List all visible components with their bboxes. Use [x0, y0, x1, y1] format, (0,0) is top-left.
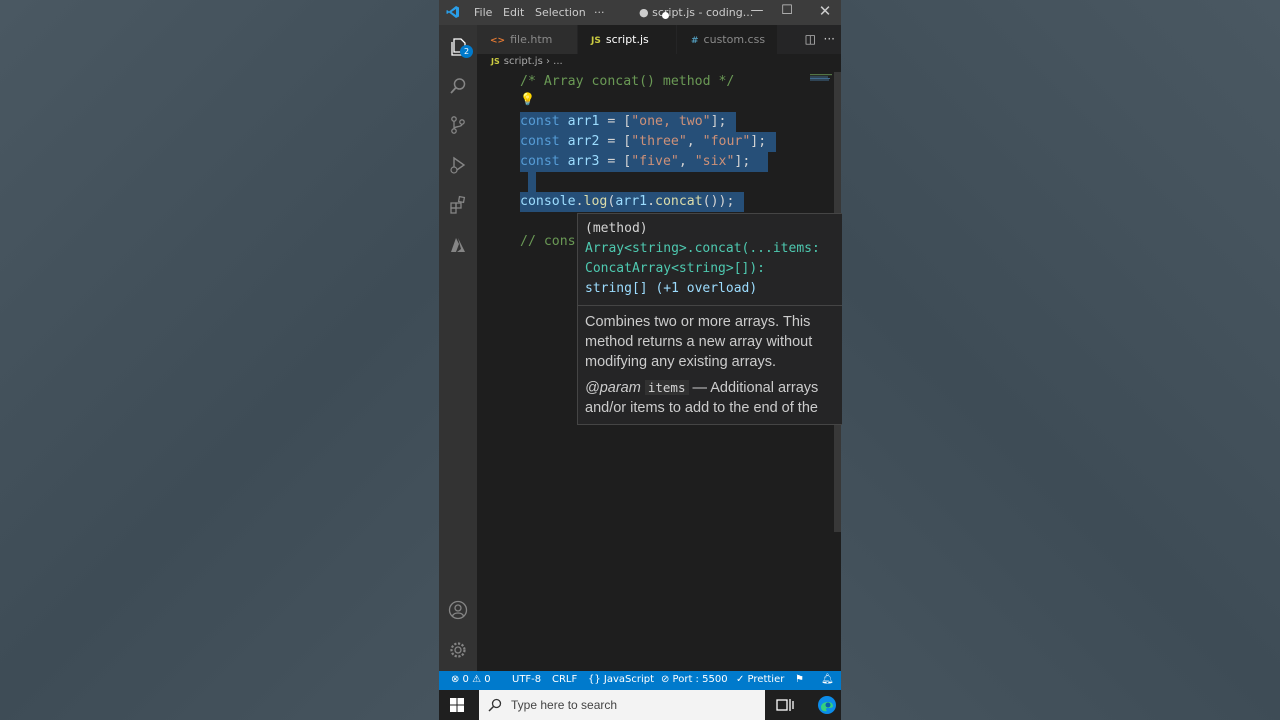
tab-file-htm[interactable]: <> file.htm: [477, 25, 577, 54]
hover-tooltip: (method) Array<string>.concat(...items: …: [577, 213, 842, 425]
menu-edit[interactable]: Edit: [503, 6, 524, 19]
background-left: [0, 0, 439, 720]
menu-more[interactable]: ···: [594, 6, 605, 19]
breadcrumb-file[interactable]: script.js: [504, 56, 543, 67]
breadcrumb-rest[interactable]: ...: [553, 56, 563, 67]
tab-custom-css[interactable]: # custom.css: [677, 25, 777, 54]
problems-indicator[interactable]: ⊗ 0 ⚠ 0: [451, 674, 491, 685]
tab-script-js[interactable]: JS script.js: [578, 25, 676, 54]
search-icon[interactable]: [448, 76, 468, 96]
windows-taskbar: Type here to search: [439, 690, 841, 720]
feedback-icon[interactable]: ⚑: [795, 674, 804, 685]
run-debug-icon[interactable]: [448, 155, 468, 175]
tab-label: file.htm: [510, 33, 553, 46]
status-bar: ⊗ 0 ⚠ 0 UTF-8 CRLF {} JavaScript ⊘ Port …: [439, 671, 841, 690]
close-button[interactable]: ✕: [817, 2, 833, 20]
maximize-button[interactable]: ☐: [779, 3, 795, 18]
code-line-arr1: const arr1 = ["one, two"];: [520, 114, 727, 129]
html-file-icon: <>: [490, 36, 506, 46]
search-placeholder: Type here to search: [511, 698, 618, 712]
menu-selection[interactable]: Selection: [535, 6, 586, 19]
account-icon[interactable]: [448, 600, 468, 620]
edge-browser-icon[interactable]: [817, 695, 837, 715]
search-icon: [488, 698, 502, 712]
code-line-console-log: console.log(arr1.concat());: [520, 194, 735, 209]
task-view-icon[interactable]: [776, 696, 794, 714]
tab-bar: <> file.htm JS script.js # custom.css ◫ ···: [477, 25, 841, 54]
unsaved-dot-icon: [662, 12, 669, 19]
taskbar-search-box[interactable]: Type here to search: [479, 690, 765, 720]
prettier-status[interactable]: ✓ Prettier: [736, 674, 784, 685]
code-line-comment-cons: // cons: [520, 234, 576, 249]
signature-line: string[] (+1 overload): [585, 281, 758, 296]
signature-line: ConcatArray<string>[]):: [585, 261, 766, 276]
window-title: ● script.js - coding...: [639, 6, 754, 19]
title-bar: File Edit Selection ··· ● script.js - co…: [439, 0, 841, 25]
explorer-badge: 2: [460, 45, 473, 58]
css-file-icon: #: [691, 36, 699, 46]
method-signature: (method) Array<string>.concat(...items: …: [578, 214, 842, 305]
encoding-indicator[interactable]: UTF-8: [512, 674, 541, 685]
js-file-icon: JS: [591, 36, 601, 46]
extensions-icon[interactable]: [448, 195, 468, 215]
selection-highlight: [528, 172, 536, 192]
menu-file[interactable]: File: [474, 6, 492, 19]
source-control-icon[interactable]: [448, 115, 468, 135]
breadcrumb: JS script.js › ...: [491, 56, 563, 67]
more-actions-icon[interactable]: ···: [824, 32, 835, 46]
split-editor-icon[interactable]: ◫: [805, 32, 816, 46]
js-file-icon: JS: [491, 57, 500, 66]
signature-line: Array<string>.concat(...items:: [585, 241, 820, 256]
method-documentation: Combines two or more arrays. This method…: [578, 306, 842, 424]
minimize-button[interactable]: —: [749, 3, 765, 18]
tab-label: custom.css: [703, 33, 766, 46]
live-server-port[interactable]: ⊘ Port : 5500: [661, 674, 728, 685]
tab-label: script.js: [605, 33, 649, 46]
settings-gear-icon[interactable]: [448, 640, 468, 660]
code-line-arr2: const arr2 = ["three", "four"];: [520, 134, 767, 149]
eol-indicator[interactable]: CRLF: [552, 674, 577, 685]
lightbulb-icon[interactable]: 💡: [520, 92, 535, 106]
language-mode[interactable]: {} JavaScript: [588, 674, 654, 685]
code-line-arr3: const arr3 = ["five", "six"];: [520, 154, 751, 169]
doc-param: @param items — Additional arrays and/or …: [585, 380, 819, 424]
notifications-bell-icon[interactable]: 🔔︎: [821, 674, 834, 685]
minimap[interactable]: [810, 74, 832, 82]
activity-bar: [439, 25, 477, 671]
editor-actions: ◫ ···: [805, 32, 835, 46]
azure-icon[interactable]: [448, 235, 468, 255]
code-line-comment: /* Array concat() method */: [520, 74, 735, 89]
background-right: [841, 0, 1280, 720]
windows-start-icon[interactable]: [450, 698, 464, 712]
vscode-logo-icon: [446, 6, 459, 18]
doc-description: Combines two or more arrays. This method…: [585, 314, 813, 370]
